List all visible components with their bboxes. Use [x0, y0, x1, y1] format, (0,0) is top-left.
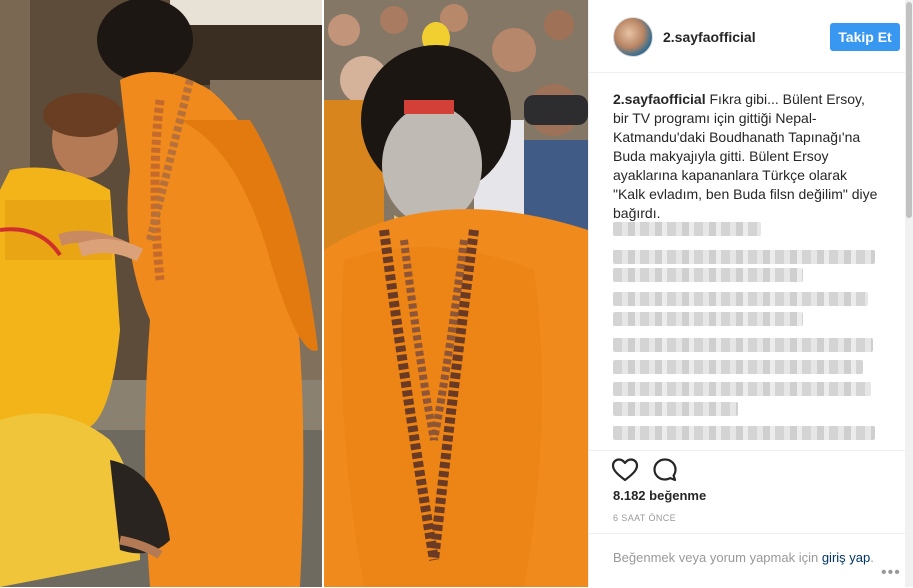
more-options-icon[interactable]: •••	[881, 564, 901, 582]
login-prompt: Beğenmek veya yorum yapmak için giriş ya…	[589, 533, 913, 588]
blurred-comments	[613, 220, 881, 442]
photo-right-illustration	[324, 0, 588, 587]
blurred-comment-line	[613, 338, 873, 352]
blurred-comment-line	[613, 426, 875, 440]
login-prompt-period: .	[870, 550, 874, 565]
post-timestamp[interactable]: 6 SAAT ÖNCE	[613, 513, 676, 523]
avatar[interactable]	[613, 17, 653, 57]
follow-button[interactable]: Takip Et	[830, 23, 900, 51]
post-header: 2.sayfaofficial Takip Et	[589, 0, 913, 73]
blurred-comment-line	[613, 402, 738, 416]
photo-right-panel	[324, 0, 588, 587]
blurred-comment-line	[613, 250, 875, 264]
login-prompt-label: Beğenmek veya yorum yapmak için	[613, 550, 819, 565]
caption-text: Fıkra gibi... Bülent Ersoy, bir TV progr…	[613, 91, 878, 221]
scrollbar[interactable]	[905, 0, 913, 587]
blurred-comment-line	[613, 312, 803, 326]
post-caption: 2.sayfaofficial Fıkra gibi... Bülent Ers…	[613, 90, 881, 223]
username-link[interactable]: 2.sayfaofficial	[663, 29, 756, 45]
blurred-comment-line	[613, 292, 868, 306]
heart-icon[interactable]	[611, 456, 639, 484]
post-sidebar: 2.sayfaofficial Takip Et 2.sayfaofficial…	[588, 0, 913, 587]
blurred-comment-line	[613, 268, 803, 282]
blurred-comment-line	[613, 222, 761, 236]
blurred-comment-line	[613, 382, 871, 396]
post-actions	[589, 450, 913, 491]
photo-left-illustration	[0, 0, 322, 587]
blurred-comment-line	[613, 360, 863, 374]
login-link[interactable]: giriş yap	[822, 550, 870, 565]
login-prompt-text: Beğenmek veya yorum yapmak için giriş ya…	[613, 549, 881, 567]
instagram-post: 2.sayfaofficial Takip Et 2.sayfaofficial…	[0, 0, 913, 587]
comment-icon[interactable]	[651, 456, 679, 484]
post-image[interactable]	[0, 0, 588, 587]
caption-author-link[interactable]: 2.sayfaofficial	[613, 91, 706, 107]
like-count[interactable]: 8.182 beğenme	[613, 488, 706, 503]
photo-left-panel	[0, 0, 322, 587]
scrollbar-thumb[interactable]	[906, 2, 912, 218]
